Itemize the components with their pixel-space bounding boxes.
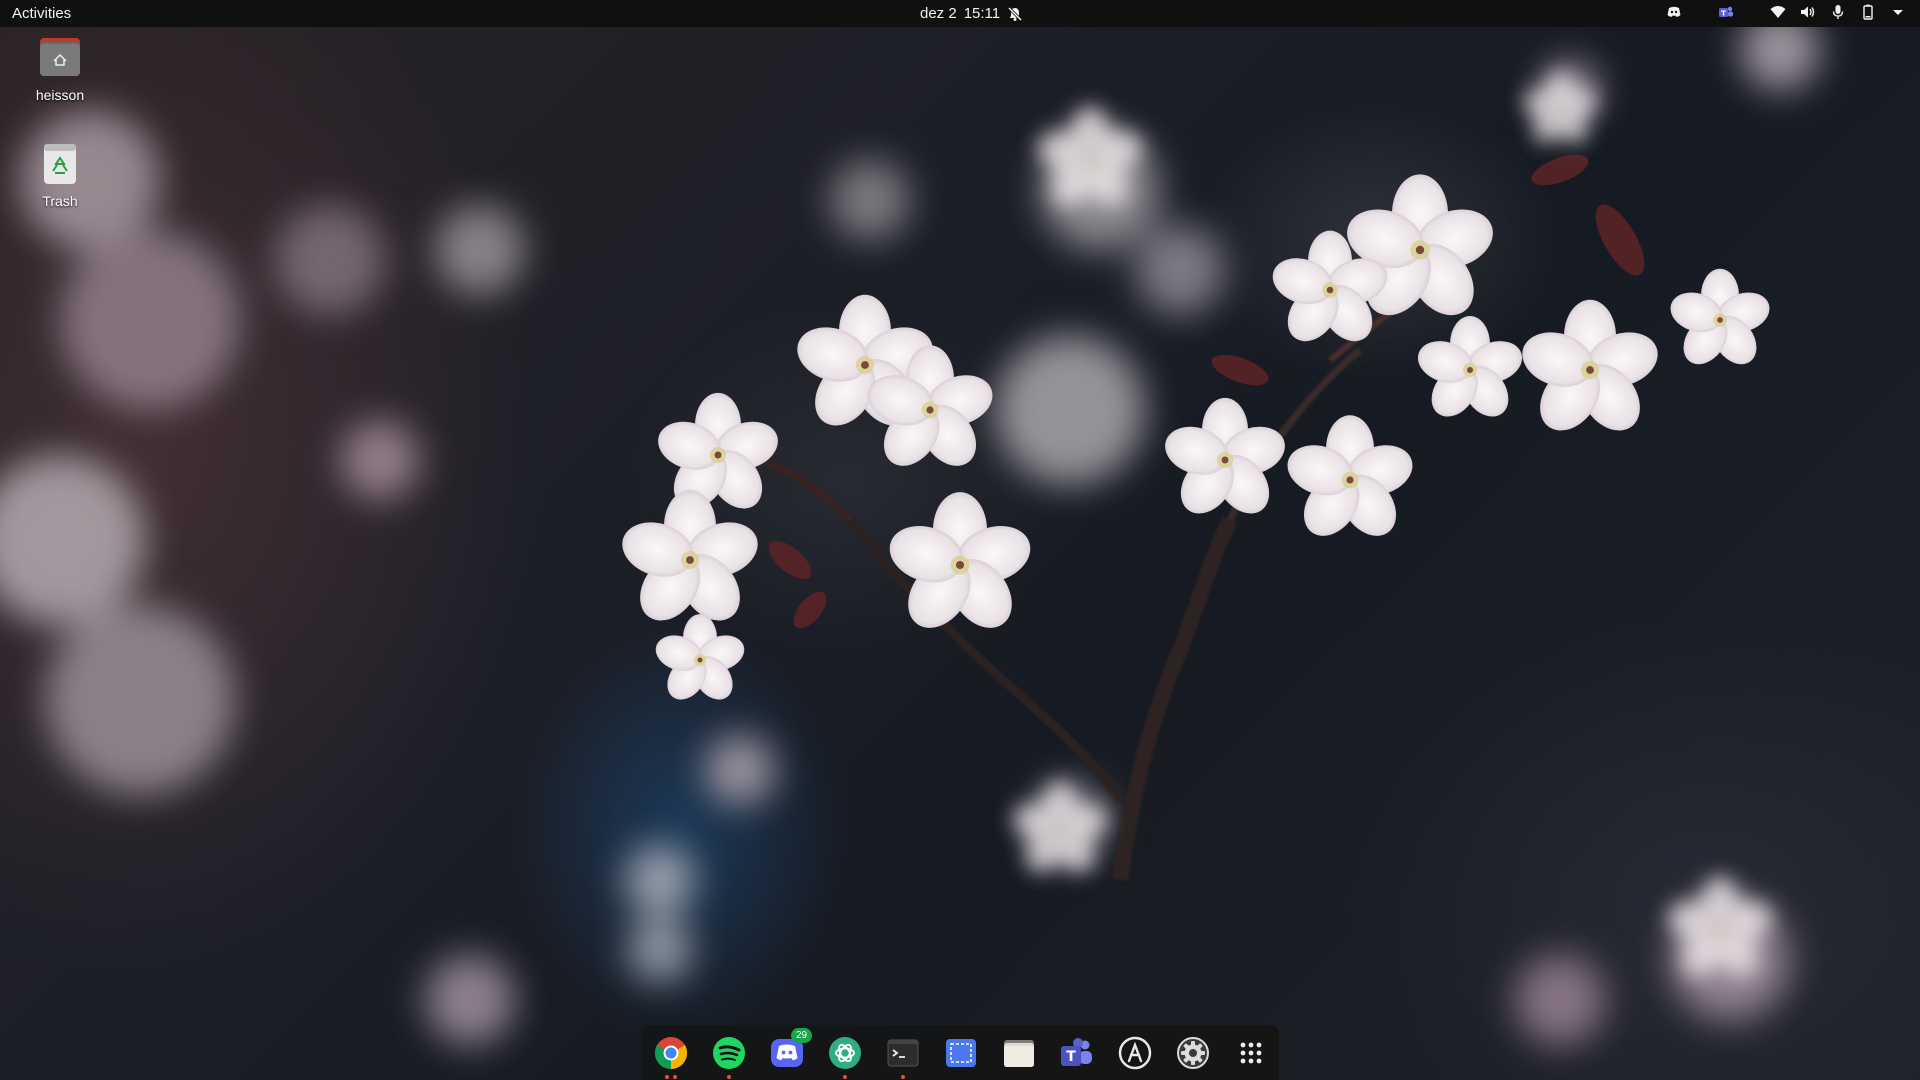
settings-icon bbox=[1177, 1037, 1209, 1069]
battery-icon[interactable] bbox=[1860, 4, 1876, 20]
trash-icon bbox=[44, 144, 76, 184]
dock-item-files[interactable] bbox=[1000, 1034, 1038, 1072]
dock-item-screenshot[interactable] bbox=[942, 1034, 980, 1072]
spotify-icon bbox=[713, 1037, 745, 1069]
desktop-icon-trash[interactable]: Trash bbox=[20, 138, 100, 209]
activities-button[interactable]: Activities bbox=[12, 5, 71, 22]
dock-item-teams[interactable]: T bbox=[1058, 1034, 1096, 1072]
dock-item-show-applications[interactable] bbox=[1232, 1034, 1270, 1072]
dock-item-chatgpt[interactable] bbox=[826, 1034, 864, 1079]
app-grid-icon bbox=[1240, 1042, 1262, 1064]
system-menu-chevron-icon[interactable] bbox=[1890, 4, 1906, 20]
desktop-icon-home[interactable]: heisson bbox=[20, 32, 100, 103]
date-label: dez 2 bbox=[920, 5, 957, 22]
terminal-icon bbox=[887, 1039, 919, 1067]
notifications-off-icon bbox=[1008, 6, 1023, 21]
system-tray: T bbox=[1666, 4, 1906, 20]
microphone-icon[interactable] bbox=[1830, 4, 1846, 20]
dock-item-software[interactable] bbox=[1116, 1034, 1154, 1072]
dock-item-terminal[interactable] bbox=[884, 1034, 922, 1079]
time-label: 15:11 bbox=[963, 5, 1001, 22]
teams-icon: T bbox=[1061, 1038, 1092, 1066]
chatgpt-icon bbox=[829, 1037, 861, 1069]
dock-item-chrome[interactable] bbox=[652, 1034, 690, 1079]
files-icon bbox=[1004, 1040, 1034, 1067]
volume-icon[interactable] bbox=[1800, 4, 1816, 20]
svg-text:T: T bbox=[1066, 1049, 1076, 1065]
wifi-icon[interactable] bbox=[1770, 4, 1786, 20]
discord-notification-badge: 29 bbox=[791, 1028, 812, 1043]
desktop-icon-label: heisson bbox=[35, 87, 85, 103]
home-folder-icon bbox=[40, 38, 80, 76]
dock-item-settings[interactable] bbox=[1174, 1034, 1212, 1072]
dock: 29 T bbox=[641, 1025, 1279, 1080]
teams-tray-icon[interactable]: T bbox=[1718, 4, 1734, 20]
desktop-icon-label: Trash bbox=[42, 193, 78, 209]
top-bar: Activities dez 2 15:11 T bbox=[0, 0, 1920, 27]
dock-item-discord[interactable]: 29 bbox=[768, 1028, 812, 1072]
desktop-wallpaper bbox=[0, 0, 1920, 1080]
clock-button[interactable]: dez 2 15:11 bbox=[920, 5, 1023, 22]
software-store-icon bbox=[1118, 1036, 1152, 1070]
chrome-icon bbox=[654, 1037, 688, 1069]
svg-text:T: T bbox=[1721, 10, 1726, 18]
dock-item-spotify[interactable] bbox=[710, 1034, 748, 1079]
screenshot-icon bbox=[946, 1039, 976, 1067]
cherry-blossom-image bbox=[0, 10, 1820, 1045]
discord-tray-icon[interactable] bbox=[1666, 4, 1682, 20]
